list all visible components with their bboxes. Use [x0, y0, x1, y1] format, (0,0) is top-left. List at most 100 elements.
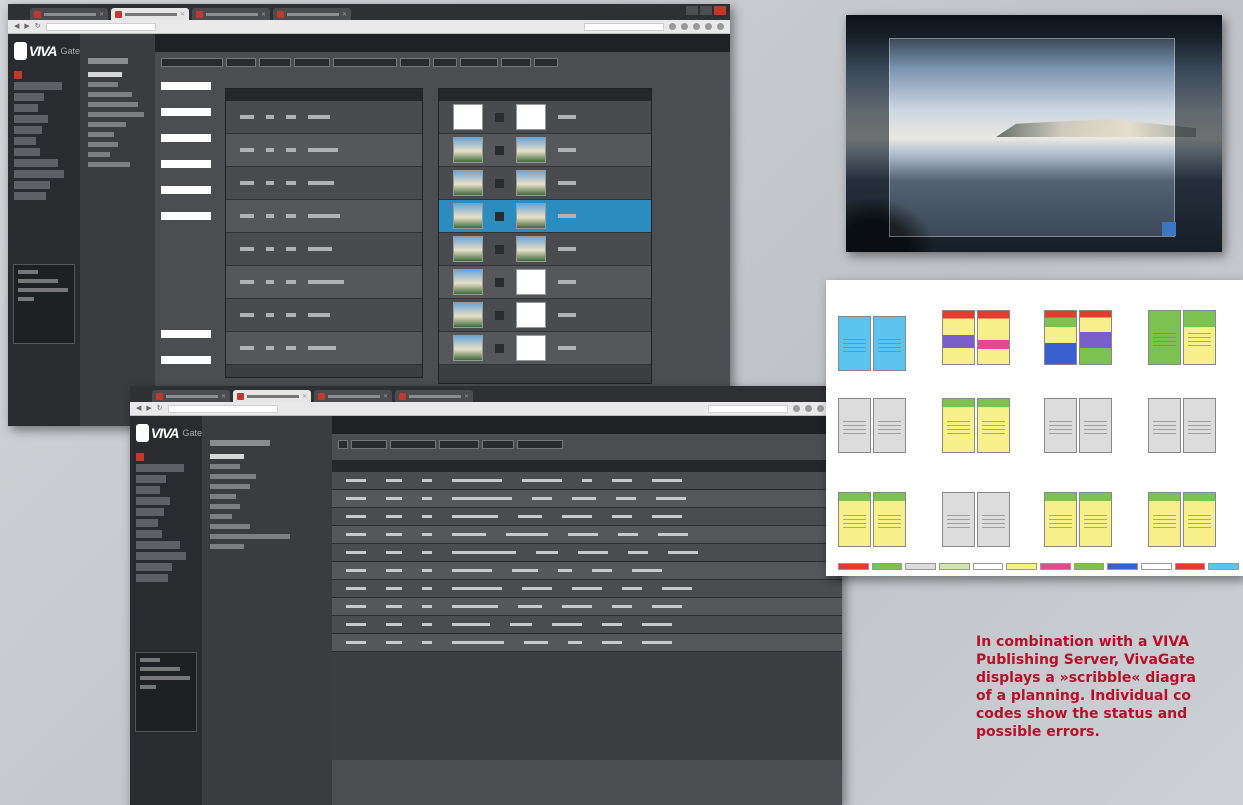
- filter-input[interactable]: [161, 160, 211, 168]
- toolbar-button[interactable]: [439, 440, 479, 449]
- thumbnail[interactable]: [516, 104, 546, 130]
- image-row-selected[interactable]: [439, 200, 651, 233]
- filter-input[interactable]: [161, 134, 211, 142]
- close-icon[interactable]: ✕: [180, 11, 185, 18]
- category-item-active[interactable]: [88, 72, 122, 77]
- table-row[interactable]: [332, 544, 842, 562]
- toolbar-button[interactable]: [501, 58, 531, 67]
- thumbnail[interactable]: [516, 335, 546, 361]
- category-item[interactable]: [210, 484, 250, 489]
- toolbar-button[interactable]: [460, 58, 498, 67]
- table-row[interactable]: [226, 101, 422, 134]
- sidebar-item-selected[interactable]: [136, 453, 144, 461]
- toolbar-icon[interactable]: [817, 405, 824, 412]
- page-spread[interactable]: [942, 398, 1010, 453]
- minimize-button[interactable]: [686, 6, 698, 15]
- page-spread[interactable]: [1044, 398, 1112, 453]
- sidebar-item[interactable]: [14, 159, 58, 167]
- toolbar-button[interactable]: [259, 58, 291, 67]
- page-spread[interactable]: [1148, 492, 1216, 547]
- sidebar-item[interactable]: [136, 486, 160, 494]
- url-input[interactable]: [167, 404, 278, 413]
- close-window-button[interactable]: [714, 6, 726, 15]
- toolbar-button[interactable]: [400, 58, 430, 67]
- toolbar-icon[interactable]: [717, 23, 724, 30]
- thumbnail[interactable]: [453, 104, 483, 130]
- toolbar-button[interactable]: [294, 58, 330, 67]
- image-row[interactable]: [439, 233, 651, 266]
- close-icon[interactable]: ✕: [99, 11, 104, 18]
- browser-tab[interactable]: ✕: [395, 390, 473, 402]
- filter-input[interactable]: [161, 212, 211, 220]
- table-row[interactable]: [332, 526, 842, 544]
- thumbnail[interactable]: [453, 335, 483, 361]
- close-icon[interactable]: ✕: [383, 393, 388, 400]
- page-spread[interactable]: [838, 398, 906, 453]
- category-item[interactable]: [88, 82, 118, 87]
- browser-tab-active[interactable]: ✕: [233, 390, 311, 402]
- filter-input[interactable]: [161, 108, 211, 116]
- toolbar-button[interactable]: [338, 440, 348, 449]
- back-arrow-icon[interactable]: ◀: [14, 23, 19, 30]
- browser-tab[interactable]: ✕: [152, 390, 230, 402]
- category-item[interactable]: [88, 132, 114, 137]
- forward-arrow-icon[interactable]: ▶: [24, 23, 29, 30]
- thumbnail[interactable]: [453, 236, 483, 262]
- reload-icon[interactable]: ↻: [157, 405, 163, 412]
- sidebar-item[interactable]: [136, 519, 158, 527]
- browser-tab[interactable]: ✕: [192, 8, 270, 20]
- toolbar-button[interactable]: [226, 58, 256, 67]
- table-row[interactable]: [332, 616, 842, 634]
- sidebar-item[interactable]: [14, 137, 36, 145]
- category-item[interactable]: [210, 494, 236, 499]
- category-item[interactable]: [88, 112, 144, 117]
- category-item[interactable]: [210, 474, 256, 479]
- page-spread[interactable]: [942, 310, 1010, 365]
- thumbnail[interactable]: [516, 137, 546, 163]
- category-item[interactable]: [88, 142, 118, 147]
- filter-input[interactable]: [161, 330, 211, 338]
- toolbar-button[interactable]: [351, 440, 387, 449]
- page-spread[interactable]: [1148, 398, 1216, 453]
- forward-arrow-icon[interactable]: ▶: [146, 405, 151, 412]
- close-icon[interactable]: ✕: [302, 393, 307, 400]
- image-row[interactable]: [439, 167, 651, 200]
- thumbnail[interactable]: [516, 269, 546, 295]
- table-row[interactable]: [332, 598, 842, 616]
- browser-tab[interactable]: ✕: [314, 390, 392, 402]
- back-arrow-icon[interactable]: ◀: [136, 405, 141, 412]
- sidebar-item[interactable]: [136, 475, 166, 483]
- browser-search-input[interactable]: [708, 404, 788, 413]
- toolbar-button[interactable]: [517, 440, 563, 449]
- category-item[interactable]: [210, 464, 240, 469]
- browser-search-input[interactable]: [584, 22, 664, 31]
- url-input[interactable]: [45, 22, 156, 31]
- category-item[interactable]: [88, 92, 132, 97]
- thumbnail[interactable]: [453, 203, 483, 229]
- image-row[interactable]: [439, 299, 651, 332]
- sidebar-item[interactable]: [14, 104, 38, 112]
- table-row[interactable]: [226, 167, 422, 200]
- filter-input[interactable]: [161, 186, 211, 194]
- reload-icon[interactable]: ↻: [35, 23, 41, 30]
- maximize-button[interactable]: [700, 6, 712, 15]
- thumbnail[interactable]: [453, 302, 483, 328]
- table-row[interactable]: [226, 233, 422, 266]
- filter-input[interactable]: [161, 82, 211, 90]
- sidebar-item[interactable]: [136, 464, 184, 472]
- browser-tab-active[interactable]: ✕: [111, 8, 189, 20]
- toolbar-button[interactable]: [161, 58, 223, 67]
- toolbar-icon[interactable]: [669, 23, 676, 30]
- table-row[interactable]: [226, 332, 422, 365]
- table-row[interactable]: [226, 134, 422, 167]
- sidebar-item[interactable]: [136, 541, 180, 549]
- toolbar-icon[interactable]: [693, 23, 700, 30]
- sidebar-item[interactable]: [136, 530, 162, 538]
- page-spread[interactable]: [1044, 310, 1112, 365]
- thumbnail[interactable]: [453, 170, 483, 196]
- page-spread[interactable]: [942, 492, 1010, 547]
- toolbar-icon[interactable]: [681, 23, 688, 30]
- image-row[interactable]: [439, 266, 651, 299]
- table-row[interactable]: [226, 266, 422, 299]
- page-spread[interactable]: [838, 492, 906, 547]
